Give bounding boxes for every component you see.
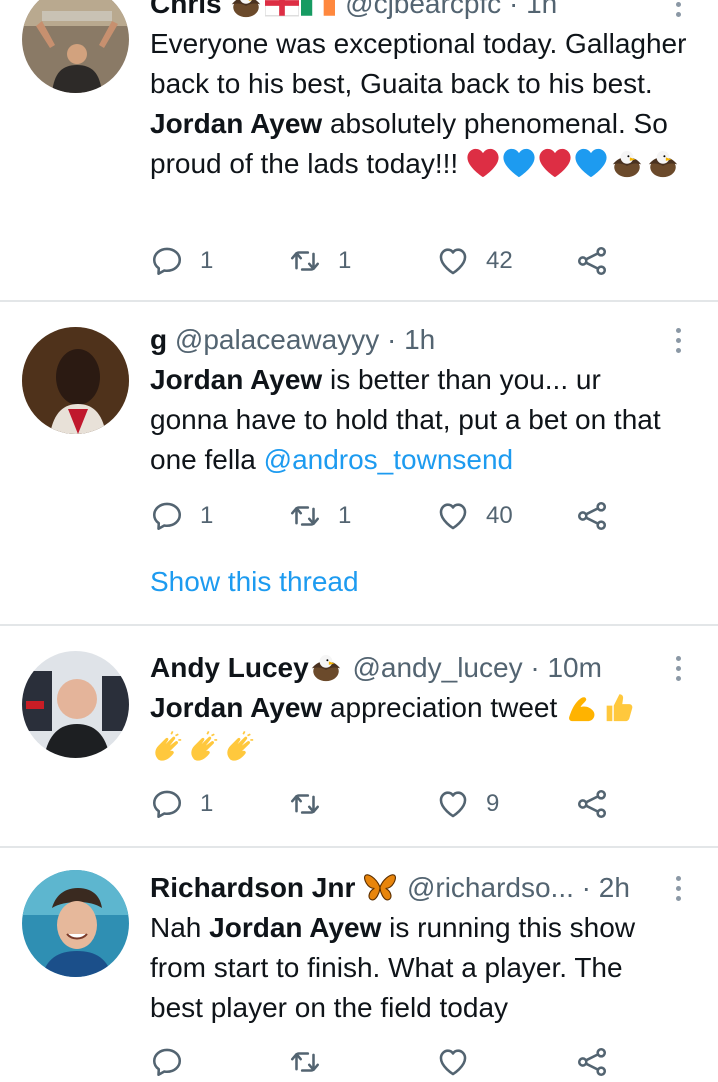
- reply-icon: [150, 244, 184, 278]
- highlighted-keyword: Jordan Ayew: [150, 364, 323, 395]
- ireland-flag-icon: [301, 0, 336, 16]
- tweet-text: Jordan Ayew appreciation tweet: [150, 688, 690, 768]
- handle[interactable]: @cjbearcpfc: [345, 0, 501, 19]
- handle[interactable]: @palaceawayyy: [175, 324, 379, 355]
- share-icon: [575, 499, 609, 533]
- tweet-actions: 1 1 40: [150, 496, 620, 536]
- tweet-actions: [150, 1042, 620, 1082]
- avatar[interactable]: [22, 327, 129, 434]
- like-button[interactable]: 40: [436, 496, 513, 536]
- tweet-header: Chris @cjbearcpfc · 1h: [150, 0, 658, 24]
- thumbs-up-icon: [601, 691, 635, 723]
- timestamp[interactable]: 1h: [526, 0, 557, 19]
- timestamp[interactable]: 10m: [547, 652, 601, 683]
- avatar[interactable]: [22, 651, 129, 758]
- tweet-header: Richardson Jnr @richardso... · 2h: [150, 872, 630, 903]
- share-button[interactable]: [575, 784, 609, 824]
- tweet-text: Jordan Ayew is better than you... ur gon…: [150, 364, 661, 475]
- england-flag-icon: [265, 0, 300, 17]
- tweet-cjbearcpfc[interactable]: Chris @cjbearcpfc · 1h Everyone was exce…: [0, 0, 718, 300]
- blue-heart-icon: [574, 147, 608, 179]
- reply-button[interactable]: 1: [150, 784, 213, 824]
- share-button[interactable]: [575, 1042, 609, 1082]
- display-name[interactable]: g: [150, 324, 167, 355]
- heart-icon: [436, 244, 470, 278]
- clapping-hands-icon: [222, 731, 256, 763]
- reply-button[interactable]: 1: [150, 496, 213, 536]
- display-name[interactable]: Chris: [150, 0, 222, 19]
- retweet-icon: [288, 499, 322, 533]
- clapping-hands-icon: [186, 731, 220, 763]
- heart-icon: [436, 787, 470, 821]
- flexed-biceps-icon: [565, 691, 599, 723]
- eagle-icon: [309, 651, 343, 683]
- heart-icon: [436, 499, 470, 533]
- butterfly-icon: [364, 874, 397, 901]
- retweet-button[interactable]: [288, 784, 338, 824]
- tweet-palaceawayyy[interactable]: g @palaceawayyy · 1h Jordan Ayew is bett…: [0, 302, 718, 624]
- more-options-icon[interactable]: [664, 648, 692, 688]
- share-icon: [575, 244, 609, 278]
- avatar[interactable]: [22, 0, 129, 93]
- reply-button[interactable]: 1: [150, 241, 213, 281]
- tweet-text: Nah Jordan Ayew is running this show fro…: [150, 912, 636, 1023]
- reply-icon: [150, 787, 184, 821]
- eagle-icon: [610, 147, 644, 179]
- handle[interactable]: @andy_lucey: [352, 652, 522, 683]
- retweet-icon: [288, 787, 322, 821]
- highlighted-keyword: Jordan Ayew: [209, 912, 382, 943]
- blue-heart-icon: [502, 147, 536, 179]
- tweet-richardson-jnr[interactable]: Richardson Jnr @richardso... · 2h Nah Jo…: [0, 848, 718, 1054]
- more-options-icon[interactable]: [664, 320, 692, 360]
- tweet-andy-lucey[interactable]: Andy Lucey @andy_lucey · 10m Jordan Ayew…: [0, 626, 718, 846]
- show-thread-link[interactable]: Show this thread: [150, 562, 359, 602]
- reply-icon: [150, 1045, 184, 1079]
- reply-icon: [150, 499, 184, 533]
- display-name[interactable]: Richardson Jnr: [150, 872, 355, 903]
- share-icon: [575, 787, 609, 821]
- retweet-button[interactable]: [288, 1042, 322, 1082]
- clapping-hands-icon: [150, 731, 184, 763]
- like-button[interactable]: [436, 1042, 470, 1082]
- share-button[interactable]: [575, 241, 609, 281]
- tweet-actions: 1 9: [150, 784, 620, 824]
- share-icon: [575, 1045, 609, 1079]
- red-heart-icon: [466, 147, 500, 179]
- retweet-button[interactable]: 1: [288, 241, 351, 281]
- like-button[interactable]: 42: [436, 241, 513, 281]
- highlighted-keyword: Jordan Ayew: [150, 108, 323, 139]
- like-button[interactable]: 9: [436, 784, 499, 824]
- handle[interactable]: @richardso...: [407, 872, 574, 903]
- retweet-icon: [288, 244, 322, 278]
- tweet-header: g @palaceawayyy · 1h: [150, 324, 436, 355]
- timestamp[interactable]: 1h: [404, 324, 435, 355]
- share-button[interactable]: [575, 496, 609, 536]
- reply-button[interactable]: [150, 1042, 184, 1082]
- more-options-icon[interactable]: [664, 0, 692, 24]
- eagle-icon: [646, 147, 680, 179]
- mention-link[interactable]: @andros_townsend: [264, 444, 513, 475]
- timestamp[interactable]: 2h: [599, 872, 630, 903]
- eagle-icon: [229, 0, 263, 19]
- tweet-actions: 1 1 42: [150, 241, 620, 281]
- retweet-icon: [288, 1045, 322, 1079]
- tweet-text: Everyone was exceptional today. Gallaghe…: [150, 28, 687, 179]
- highlighted-keyword: Jordan Ayew: [150, 692, 323, 723]
- display-name[interactable]: Andy Lucey: [150, 652, 309, 683]
- retweet-button[interactable]: 1: [288, 496, 351, 536]
- red-heart-icon: [538, 147, 572, 179]
- heart-icon: [436, 1045, 470, 1079]
- more-options-icon[interactable]: [664, 868, 692, 908]
- avatar[interactable]: [22, 870, 129, 977]
- tweet-header: Andy Lucey @andy_lucey · 10m: [150, 651, 602, 683]
